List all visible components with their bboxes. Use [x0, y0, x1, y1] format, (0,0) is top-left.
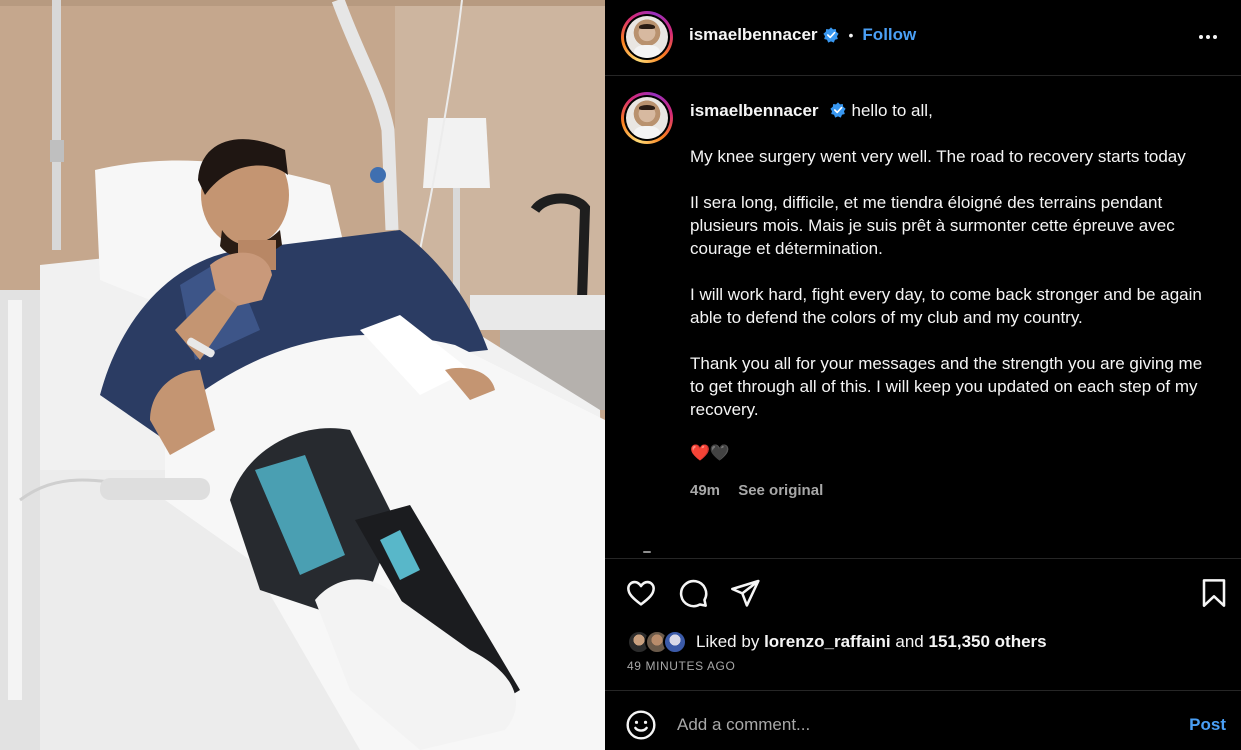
post-header: ismaelbennacer • Follow	[605, 0, 1241, 76]
caption-username[interactable]: ismaelbennacer	[690, 101, 819, 120]
caption-paragraph: My knee surgery went very well. The road…	[690, 147, 1186, 166]
post-detail-panel: ismaelbennacer • Follow ismaelbennacer h…	[605, 0, 1241, 750]
liker-avatar	[663, 630, 687, 654]
bookmark-icon[interactable]	[1198, 577, 1230, 609]
see-original-link[interactable]: See original	[738, 482, 823, 499]
heart-icon[interactable]	[625, 577, 657, 609]
author-avatar[interactable]	[621, 11, 673, 63]
post-age: 49m	[690, 482, 721, 499]
caption-author-avatar[interactable]	[621, 92, 673, 144]
caption-emojis: ❤️🖤	[690, 445, 730, 462]
avatar-image	[626, 16, 668, 58]
likes-count[interactable]: 151,350 others	[929, 632, 1047, 651]
share-icon[interactable]	[729, 577, 761, 609]
post-timestamp[interactable]: 49 MINUTES AGO	[627, 659, 735, 673]
likes-and: and	[895, 632, 924, 651]
avatar-image	[626, 97, 668, 139]
likes-summary: Liked by lorenzo_raffaini and 151,350 ot…	[696, 632, 1047, 652]
caption-section: ismaelbennacer hello to all, My knee sur…	[605, 77, 1241, 557]
follow-button[interactable]: Follow	[862, 25, 916, 45]
author-username[interactable]: ismaelbennacer	[689, 25, 818, 45]
caption-paragraph: Il sera long, difficile, et me tiendra é…	[690, 193, 1175, 258]
action-bar: Liked by lorenzo_raffaini and 151,350 ot…	[605, 558, 1241, 690]
comment-bar: Post	[605, 690, 1241, 750]
likes-prefix: Liked by	[696, 632, 760, 651]
caption-greeting: hello to all,	[851, 101, 933, 120]
comment-input[interactable]	[677, 711, 1147, 739]
liker-username[interactable]: lorenzo_raffaini	[764, 632, 891, 651]
more-options-icon[interactable]	[1199, 27, 1223, 47]
post-comment-button[interactable]: Post	[1189, 715, 1226, 735]
post-photo[interactable]	[0, 0, 605, 750]
scroll-stub	[643, 551, 651, 553]
comment-icon[interactable]	[677, 577, 709, 609]
author-row: ismaelbennacer • Follow	[689, 25, 916, 45]
separator-dot: •	[848, 27, 854, 43]
liker-avatars[interactable]	[627, 630, 691, 654]
likes-row: Liked by lorenzo_raffaini and 151,350 ot…	[627, 630, 1047, 654]
verified-badge-icon	[822, 27, 839, 43]
verified-badge-icon	[829, 102, 846, 118]
caption-paragraph: I will work hard, fight every day, to co…	[690, 285, 1202, 327]
caption-first-line: ismaelbennacer hello to all,	[690, 99, 1220, 122]
caption-paragraph: Thank you all for your messages and the …	[690, 354, 1203, 419]
caption-meta: 49m See original	[690, 479, 1220, 502]
emoji-icon[interactable]	[625, 709, 657, 741]
hospital-bed-photo	[0, 0, 605, 750]
caption-text: ismaelbennacer hello to all, My knee sur…	[690, 99, 1220, 502]
